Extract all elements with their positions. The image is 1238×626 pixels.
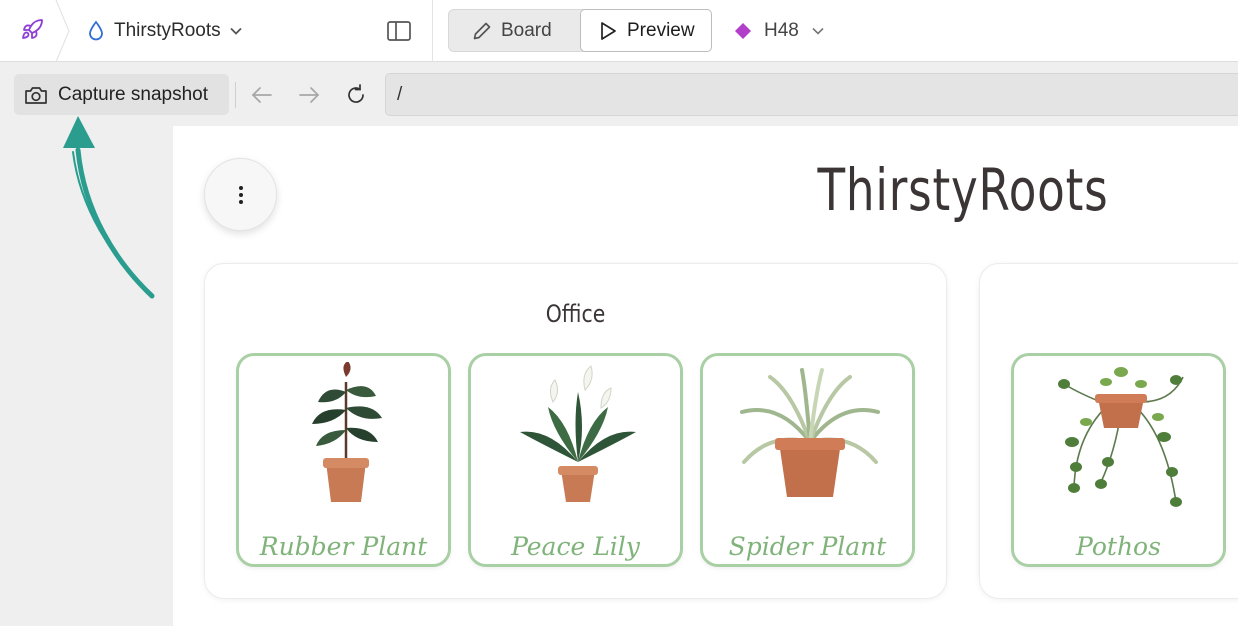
plant-name: Spider Plant [728, 532, 887, 561]
plant-card[interactable]: Spider Plant [700, 353, 915, 567]
preview-canvas: ThirstyRoots Office Rubber Plant Peace L… [173, 126, 1238, 626]
capture-snapshot-label: Capture snapshot [58, 83, 208, 105]
board-mode-button[interactable]: Board [449, 10, 580, 51]
plant-card[interactable]: Rubber Plant [236, 353, 451, 567]
divider [235, 82, 236, 108]
preview-mode-button[interactable]: Preview [580, 9, 712, 52]
group-title: Office [545, 300, 606, 328]
reload-icon[interactable] [343, 82, 369, 108]
preview-toolbar: Capture snapshot / [0, 62, 1238, 126]
rubber-plant-illustration [312, 362, 382, 502]
plant-name: Pothos [1076, 532, 1161, 561]
plant-group: Pothos [979, 263, 1238, 599]
pencil-icon [473, 22, 491, 39]
project-selector[interactable]: ThirstyRoots [86, 17, 243, 45]
chevron-down-icon [230, 27, 242, 35]
arrow-left-icon[interactable] [249, 82, 275, 108]
annotation-arrow [63, 116, 155, 299]
arrow-right-icon[interactable] [296, 82, 322, 108]
preview-mode-label: Preview [627, 19, 695, 41]
plant-name: Peace Lily [511, 532, 640, 561]
sidebar-toggle-icon[interactable] [386, 19, 412, 43]
plant-card[interactable]: Pothos [1011, 353, 1226, 567]
project-name: ThirstyRoots [114, 20, 221, 41]
camera-icon [25, 86, 47, 104]
breadcrumb-separator [55, 0, 70, 62]
chevron-down-icon [812, 27, 824, 35]
capture-snapshot-button[interactable]: Capture snapshot [14, 74, 229, 115]
plant-group: Office Rubber Plant Peace Lily Spider Pl… [204, 263, 947, 599]
board-mode-label: Board [501, 19, 552, 41]
kebab-menu-icon [238, 185, 243, 204]
mode-switcher: Board Preview [448, 9, 712, 52]
menu-button[interactable] [204, 158, 277, 231]
plant-name: Rubber Plant [259, 532, 428, 561]
water-drop-icon [89, 20, 103, 41]
spider-plant-illustration [740, 368, 880, 497]
rocket-icon[interactable] [20, 18, 44, 42]
peace-lily-illustration [520, 365, 636, 502]
divider [432, 0, 433, 62]
plant-card[interactable]: Peace Lily [468, 353, 683, 567]
top-bar: ThirstyRoots Board Preview H48 [0, 0, 1238, 62]
diamond-icon [735, 23, 751, 39]
branch-selector[interactable]: H48 [734, 17, 825, 45]
app-title: ThirstyRoots [817, 156, 1109, 224]
play-icon [601, 21, 616, 40]
url-input[interactable]: / [385, 73, 1238, 116]
branch-name: H48 [764, 20, 799, 41]
pothos-illustration [1058, 367, 1184, 507]
